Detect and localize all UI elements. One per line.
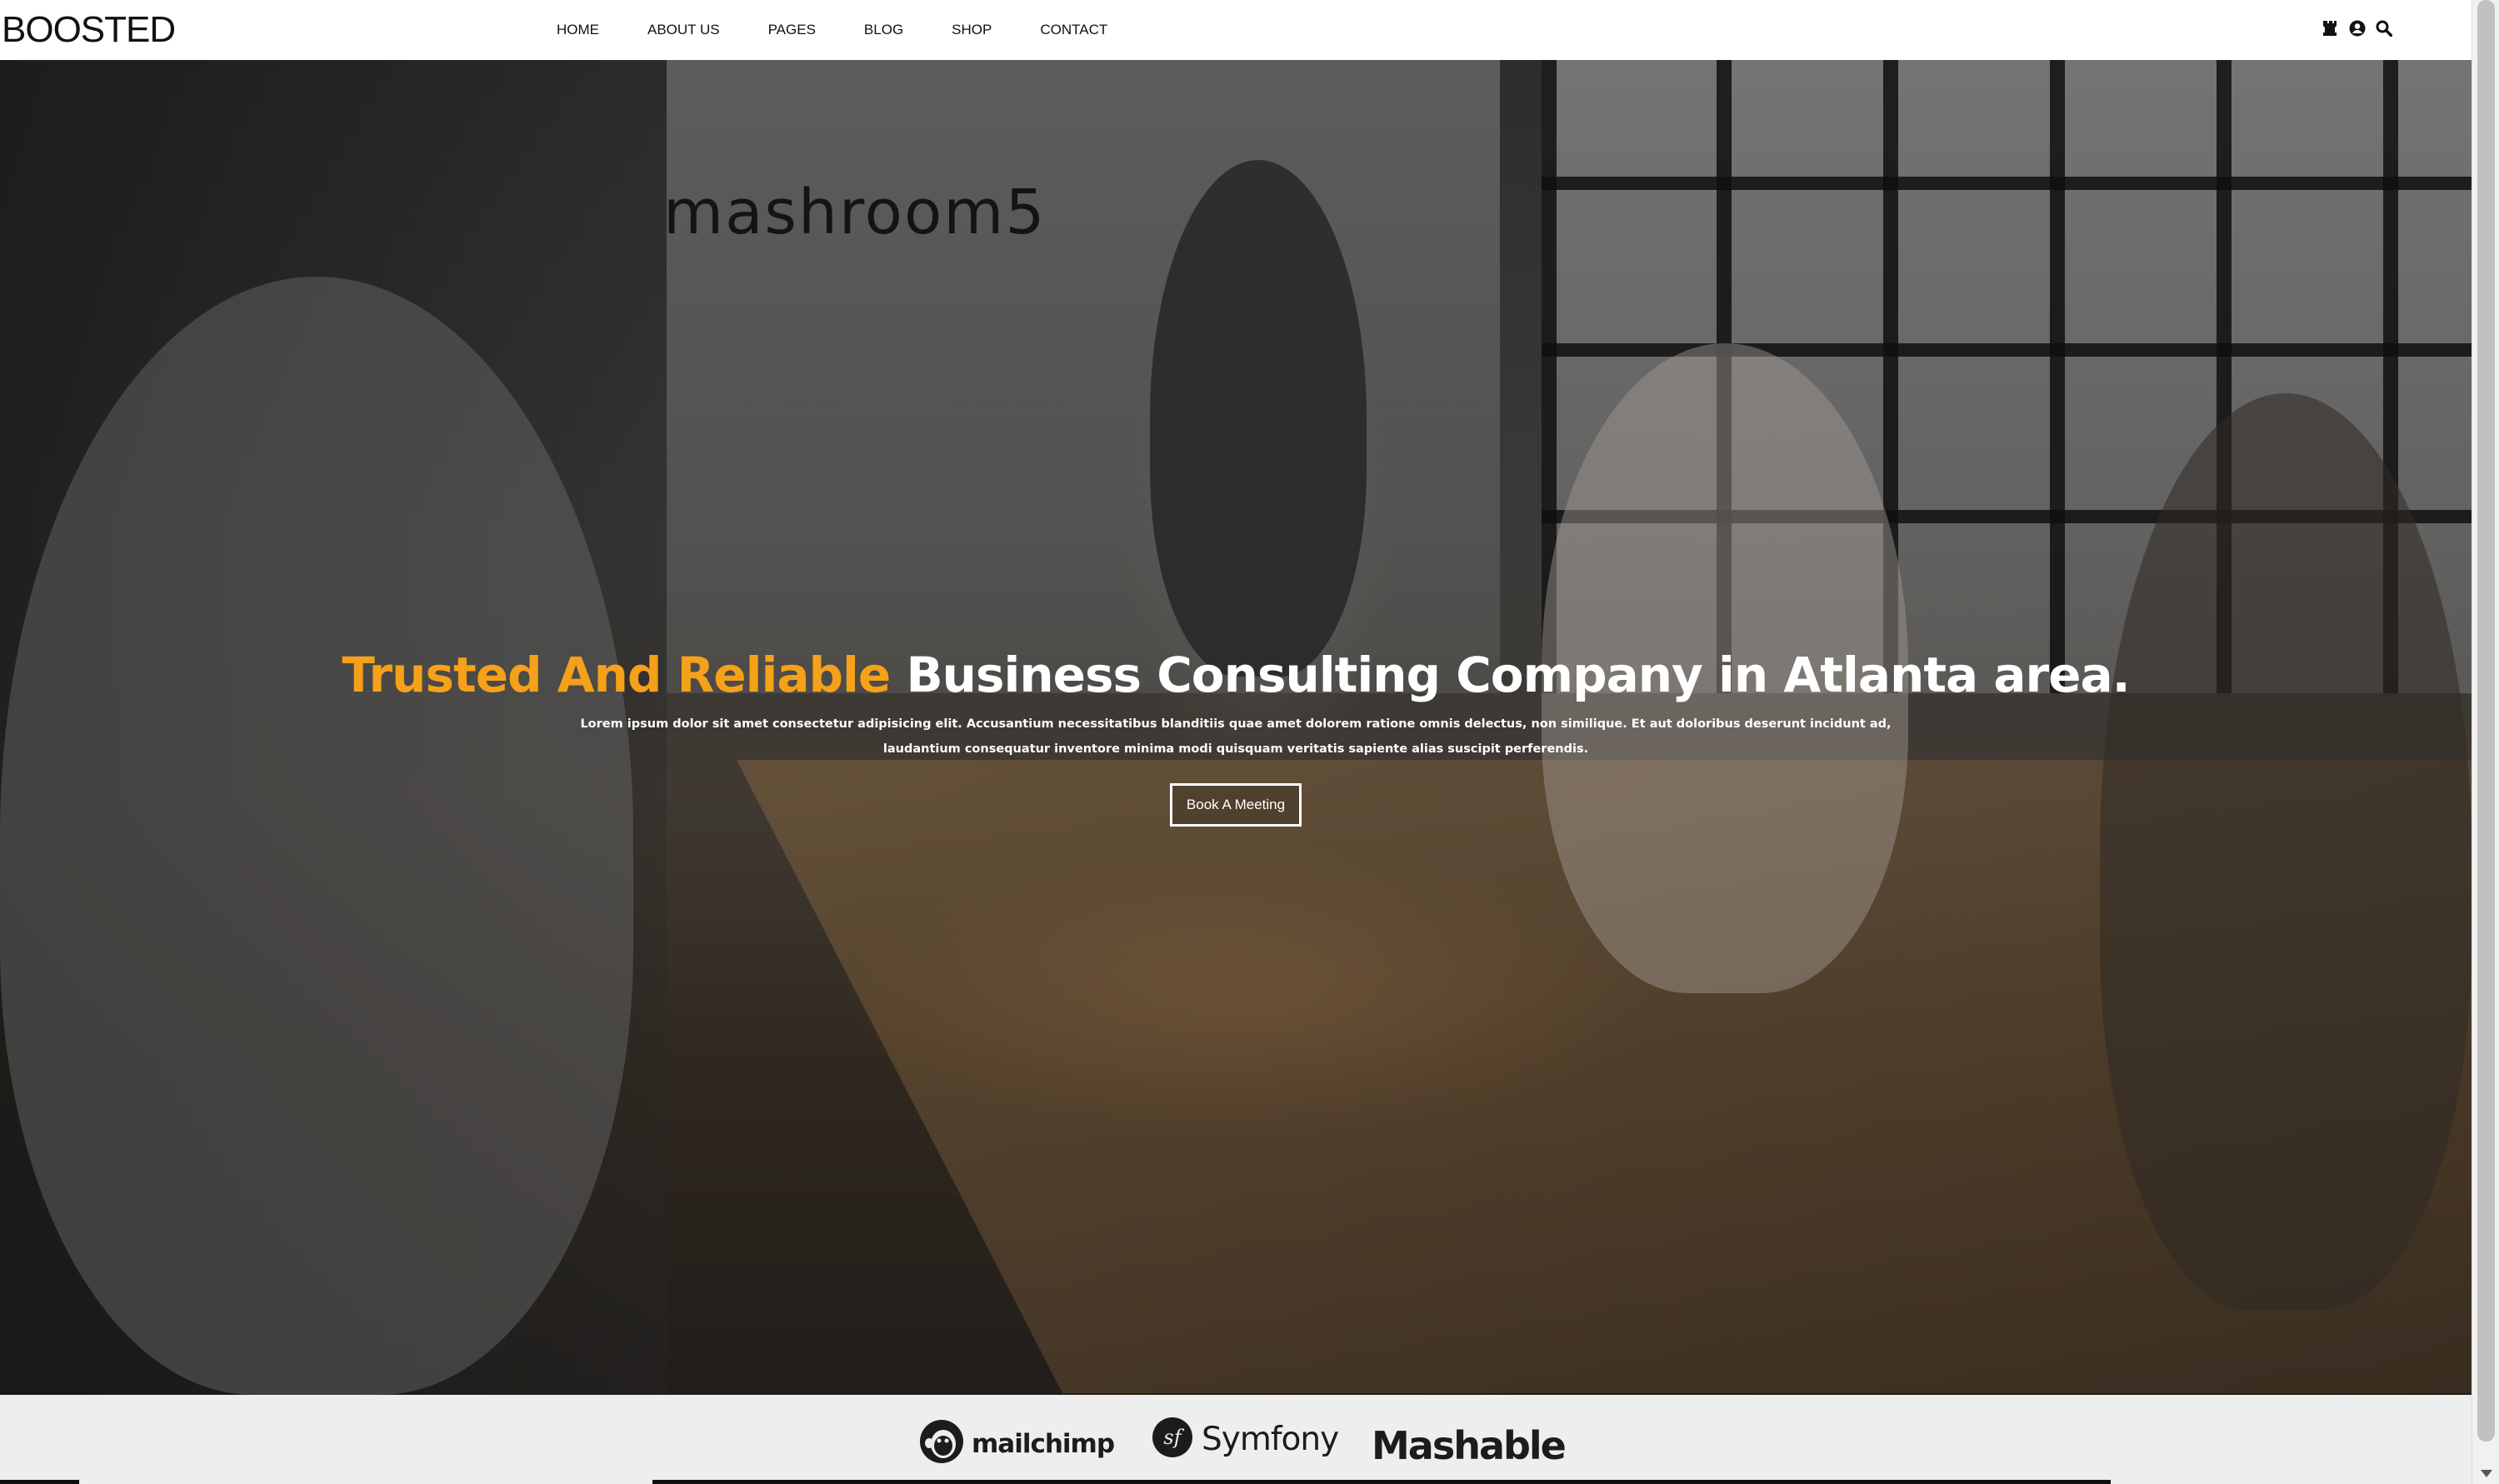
chess-rook-icon[interactable] — [2322, 19, 2340, 37]
main-nav: HOME ABOUT US PAGES BLOG SHOP CONTACT — [557, 0, 1156, 60]
hero-title-rest: Business Consulting Company in Atlanta a… — [906, 647, 2130, 703]
partner-name: mailchimp — [972, 1428, 1115, 1459]
nav-item-pages[interactable]: PAGES — [768, 22, 816, 38]
site-logo[interactable]: BOOSTED — [2, 7, 176, 53]
top-navbar: BOOSTED HOME ABOUT US PAGES BLOG SHOP CO… — [0, 0, 2472, 60]
symfony-sf-icon: sf — [1152, 1417, 1193, 1462]
scrollbar-thumb[interactable] — [2477, 0, 2495, 1442]
hero-description: Lorem ipsum dolor sit amet consectetur a… — [580, 717, 1892, 756]
book-meeting-button[interactable]: Book A Meeting — [1170, 783, 1302, 827]
nav-item-blog[interactable]: BLOG — [864, 22, 903, 38]
vertical-scrollbar[interactable] — [2472, 0, 2499, 1484]
partner-logos-bar: mailchimp sf Symfony Mashable — [0, 1395, 2472, 1484]
partner-logo-mailchimp: mailchimp — [918, 1418, 1115, 1469]
partner-logo-symfony: sf Symfony — [1152, 1417, 1339, 1462]
hero-title: Trusted And Reliable Business Consulting… — [0, 643, 2472, 707]
nav-item-contact[interactable]: CONTACT — [1040, 22, 1107, 38]
scroll-down-arrow-icon[interactable] — [2481, 1470, 2492, 1477]
bottom-divider — [652, 1480, 2111, 1484]
hero-title-accent: Trusted And Reliable — [342, 647, 891, 703]
nav-icon-group — [2322, 18, 2402, 38]
search-icon[interactable] — [2375, 19, 2393, 37]
mailchimp-monkey-icon — [918, 1418, 965, 1469]
partner-name: Symfony — [1202, 1421, 1339, 1458]
hero-content: Trusted And Reliable Business Consulting… — [0, 643, 2472, 827]
nav-item-about-us[interactable]: ABOUT US — [647, 22, 720, 38]
nav-item-home[interactable]: HOME — [557, 22, 599, 38]
hero-section: mashroom5 Trusted And Reliable Business … — [0, 60, 2472, 1395]
nav-item-shop[interactable]: SHOP — [952, 22, 992, 38]
user-circle-icon[interactable] — [2348, 19, 2367, 37]
partner-logo-mashable: Mashable — [1372, 1423, 1567, 1468]
bottom-divider — [0, 1480, 79, 1484]
partner-name: Mashable — [1372, 1423, 1567, 1468]
